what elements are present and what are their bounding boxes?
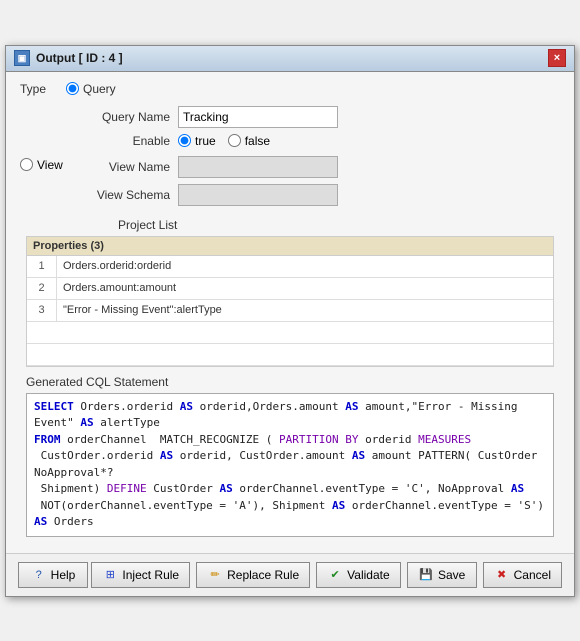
cancel-icon: ✖ xyxy=(494,567,510,583)
property-val-1: Orders.orderid:orderid xyxy=(57,260,177,272)
validate-label: Validate xyxy=(347,568,389,582)
enable-true-label[interactable]: true xyxy=(195,134,216,148)
save-button[interactable]: 💾 Save xyxy=(407,562,477,588)
view-name-row: View Name xyxy=(80,156,560,178)
property-row-empty-1 xyxy=(27,322,553,344)
enable-true-group: true xyxy=(178,134,216,148)
enable-true-radio[interactable] xyxy=(178,134,191,147)
query-name-input[interactable] xyxy=(178,106,338,128)
help-button[interactable]: ? Help xyxy=(18,562,88,588)
query-radio-group: Query xyxy=(66,82,116,96)
property-num-3: 3 xyxy=(27,300,57,321)
save-icon: 💾 xyxy=(418,567,434,583)
view-radio-label[interactable]: View xyxy=(37,158,63,172)
cql-statement: SELECT Orders.orderid AS orderid,Orders.… xyxy=(34,400,544,529)
title-bar-left: ▣ Output [ ID : 4 ] xyxy=(14,50,123,66)
cql-section: Generated CQL Statement SELECT Orders.or… xyxy=(26,375,554,537)
properties-table: Properties (3) 1 Orders.orderid:orderid … xyxy=(26,236,554,367)
property-val-2: Orders.amount:amount xyxy=(57,282,182,294)
cancel-label: Cancel xyxy=(514,568,551,582)
inject-rule-button[interactable]: ⊞ Inject Rule xyxy=(91,562,190,588)
dialog-body: Type Query Query Name Enable true xyxy=(6,72,574,553)
property-val-3: "Error - Missing Event":alertType xyxy=(57,304,228,316)
property-row[interactable]: 2 Orders.amount:amount xyxy=(27,278,553,300)
validate-button[interactable]: ✔ Validate xyxy=(316,562,400,588)
query-form-section: Query Name Enable true false xyxy=(80,106,560,148)
query-name-row: Query Name xyxy=(80,106,560,128)
enable-label: Enable xyxy=(80,134,170,148)
property-num-1: 1 xyxy=(27,256,57,277)
view-schema-label: View Schema xyxy=(80,188,170,202)
enable-false-group: false xyxy=(228,134,270,148)
enable-false-label[interactable]: false xyxy=(245,134,270,148)
property-row[interactable]: 3 "Error - Missing Event":alertType xyxy=(27,300,553,322)
type-label: Type xyxy=(20,82,60,96)
view-section: View View Name View Schema xyxy=(20,156,560,212)
footer-left: ? Help xyxy=(18,562,88,588)
dialog-title: Output [ ID : 4 ] xyxy=(36,51,123,65)
properties-header: Properties (3) xyxy=(27,237,553,256)
view-name-label: View Name xyxy=(80,160,170,174)
view-name-input[interactable] xyxy=(178,156,338,178)
cql-box: SELECT Orders.orderid AS orderid,Orders.… xyxy=(26,393,554,537)
inject-icon: ⊞ xyxy=(102,567,118,583)
view-schema-input[interactable] xyxy=(178,184,338,206)
query-radio-label[interactable]: Query xyxy=(83,82,116,96)
replace-label: Replace Rule xyxy=(227,568,299,582)
property-row-empty-2 xyxy=(27,344,553,366)
type-row: Type Query xyxy=(20,82,560,96)
save-label: Save xyxy=(438,568,465,582)
project-list-label: Project List xyxy=(118,218,560,232)
cancel-button[interactable]: ✖ Cancel xyxy=(483,562,562,588)
close-button[interactable]: × xyxy=(548,49,566,67)
enable-false-radio[interactable] xyxy=(228,134,241,147)
query-radio[interactable] xyxy=(66,82,79,95)
help-icon: ? xyxy=(31,567,47,583)
title-bar: ▣ Output [ ID : 4 ] × xyxy=(6,46,574,72)
output-dialog: ▣ Output [ ID : 4 ] × Type Query Query N… xyxy=(5,45,575,597)
footer: ? Help ⊞ Inject Rule ✏ Replace Rule ✔ Va… xyxy=(6,553,574,596)
help-label: Help xyxy=(51,568,76,582)
enable-row: Enable true false xyxy=(80,134,560,148)
replace-icon: ✏ xyxy=(207,567,223,583)
view-radio-col: View xyxy=(20,156,80,172)
dialog-icon: ▣ xyxy=(14,50,30,66)
view-fields: View Name View Schema xyxy=(80,156,560,212)
footer-right: ⊞ Inject Rule ✏ Replace Rule ✔ Validate … xyxy=(91,562,562,588)
view-schema-row: View Schema xyxy=(80,184,560,206)
validate-icon: ✔ xyxy=(327,567,343,583)
inject-label: Inject Rule xyxy=(122,568,179,582)
property-num-2: 2 xyxy=(27,278,57,299)
replace-rule-button[interactable]: ✏ Replace Rule xyxy=(196,562,310,588)
cql-label: Generated CQL Statement xyxy=(26,375,554,389)
enable-options: true false xyxy=(178,134,270,148)
property-row[interactable]: 1 Orders.orderid:orderid xyxy=(27,256,553,278)
view-radio[interactable] xyxy=(20,158,33,171)
query-name-label: Query Name xyxy=(80,110,170,124)
